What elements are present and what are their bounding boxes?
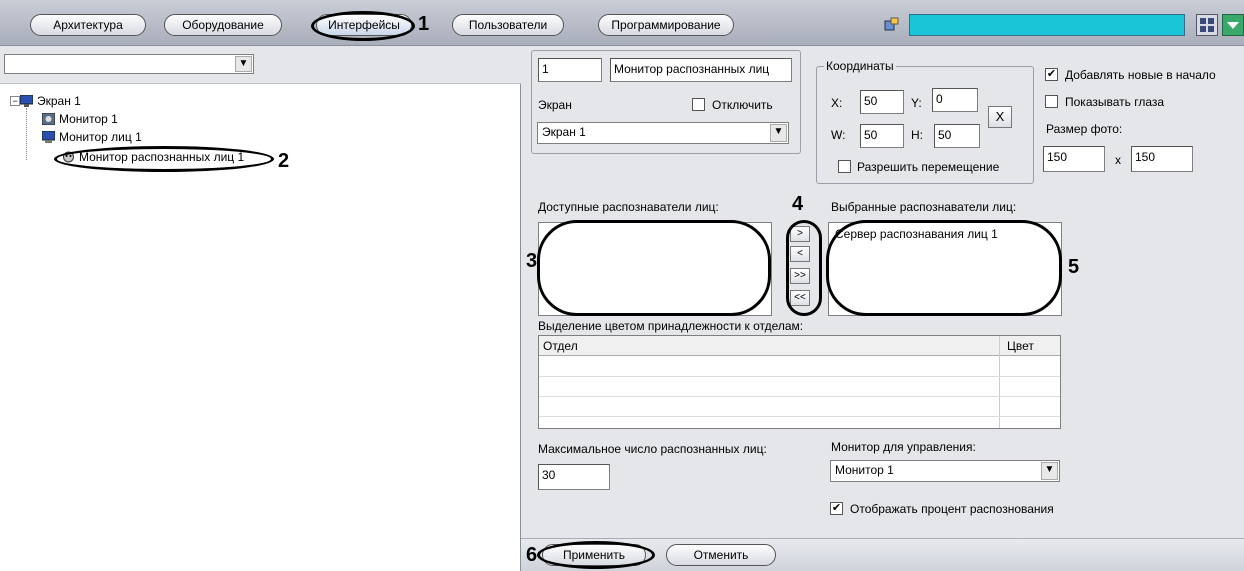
y-label: Y:: [911, 96, 922, 110]
layout-icon[interactable]: [884, 16, 900, 32]
tree-filter-strip: ▼: [0, 46, 521, 84]
apply-button[interactable]: Применить: [542, 544, 646, 566]
w-label: W:: [831, 128, 846, 142]
photo-size-label: Размер фото:: [1046, 122, 1123, 136]
list-item[interactable]: Сервер распознавания лиц 1: [835, 227, 998, 241]
tab-architecture[interactable]: Архитектура: [30, 14, 146, 36]
w-field[interactable]: 50: [860, 124, 904, 148]
tree-item-face-monitor-label: Монитор лиц 1: [59, 130, 142, 144]
table-row: [539, 416, 1060, 417]
tree-line: [26, 108, 27, 160]
show-percent-checkbox[interactable]: ✔: [830, 502, 843, 515]
selected-recognizers-label: Выбранные распознаватели лиц:: [831, 200, 1017, 214]
camera-monitor-icon: [41, 112, 56, 126]
collapse-icon[interactable]: −: [10, 96, 20, 106]
tree-item-monitor-label: Монитор 1: [59, 112, 118, 126]
table-row: [539, 396, 1060, 397]
max-faces-label: Максимальное число распознанных лиц:: [538, 442, 767, 456]
tab-programming[interactable]: Программирование: [598, 14, 734, 36]
grid-view-icon[interactable]: [1196, 14, 1218, 36]
object-id-field[interactable]: 1: [538, 58, 602, 82]
max-faces-field[interactable]: 30: [538, 464, 610, 490]
callout-3: 3: [526, 250, 538, 272]
disable-label: Отключить: [712, 98, 773, 112]
callout-4: 4: [792, 193, 804, 215]
tab-users[interactable]: Пользователи: [452, 14, 564, 36]
h-label: H:: [911, 128, 923, 142]
add-new-first-label: Добавлять новые в начало: [1065, 68, 1216, 82]
add-recognizer-button[interactable]: >: [790, 226, 810, 242]
chevron-down-icon[interactable]: ▼: [770, 124, 787, 142]
disable-checkbox[interactable]: [692, 98, 705, 111]
dropdown-icon[interactable]: [1222, 14, 1244, 36]
column-header-department[interactable]: Отдел: [543, 339, 578, 353]
cancel-button[interactable]: Отменить: [666, 544, 776, 566]
allow-move-checkbox[interactable]: [838, 160, 851, 173]
monitor-icon: [19, 94, 34, 107]
tab-interfaces[interactable]: Интерфейсы: [316, 14, 412, 36]
chevron-down-icon[interactable]: ▼: [235, 56, 252, 72]
x-field[interactable]: 50: [860, 90, 904, 114]
tree-item-face-monitor[interactable]: Монитор лиц 1: [41, 130, 142, 144]
reset-coordinates-button[interactable]: X: [988, 106, 1012, 128]
control-monitor-value: Монитор 1: [835, 463, 894, 477]
control-monitor-label: Монитор для управления:: [831, 440, 976, 454]
callout-2: 2: [278, 150, 290, 172]
chevron-down-icon[interactable]: ▼: [1041, 462, 1058, 480]
tree-filter-combo[interactable]: ▼: [4, 54, 254, 74]
screen-select-value: Экран 1: [542, 125, 586, 139]
photo-size-separator: x: [1115, 153, 1121, 167]
column-header-color[interactable]: Цвет: [1007, 339, 1034, 353]
top-toolbar: Архитектура Оборудование Интерфейсы Поль…: [0, 0, 1244, 46]
tree-item-recognized-face-monitor-label: Монитор распознанных лиц 1: [79, 150, 245, 164]
add-all-recognizers-button[interactable]: >>: [790, 268, 810, 284]
y-field[interactable]: 0: [932, 88, 978, 112]
remove-all-recognizers-button[interactable]: <<: [790, 290, 810, 306]
monitor-icon: [41, 130, 56, 143]
dept-color-label: Выделение цветом принадлежности к отдела…: [538, 319, 804, 333]
search-bar[interactable]: [909, 14, 1185, 36]
department-color-table[interactable]: Отдел Цвет: [538, 335, 1061, 429]
tree-item-screen[interactable]: Экран 1: [19, 94, 81, 108]
x-label: X:: [831, 96, 843, 110]
tab-equipment[interactable]: Оборудование: [164, 14, 282, 36]
table-row: [539, 376, 1060, 377]
tree-item-monitor[interactable]: Монитор 1: [41, 112, 118, 126]
h-field[interactable]: 50: [934, 124, 980, 148]
control-monitor-select[interactable]: Монитор 1 ▼: [830, 460, 1060, 482]
selected-recognizers-list[interactable]: Сервер распознавания лиц 1: [828, 222, 1062, 316]
screen-label: Экран: [538, 98, 572, 112]
tree-item-recognized-face-monitor[interactable]: Монитор распознанных лиц 1: [62, 150, 244, 164]
callout-1: 1: [418, 13, 430, 35]
allow-move-label: Разрешить перемещение: [857, 160, 1000, 174]
photo-height-field[interactable]: 150: [1131, 146, 1193, 172]
remove-recognizer-button[interactable]: <: [790, 246, 810, 262]
table-header: [539, 336, 1060, 356]
available-recognizers-label: Доступные распознаватели лиц:: [538, 200, 719, 214]
photo-width-field[interactable]: 150: [1043, 146, 1105, 172]
object-name-field[interactable]: Монитор распознанных лиц: [610, 58, 792, 82]
callout-5: 5: [1068, 256, 1080, 278]
callout-6: 6: [526, 544, 538, 566]
tree-item-screen-label: Экран 1: [37, 94, 81, 108]
column-divider: [999, 336, 1000, 428]
screen-select[interactable]: Экран 1 ▼: [537, 122, 789, 144]
show-percent-label: Отображать процент распознования: [850, 502, 1054, 516]
show-eyes-checkbox[interactable]: [1045, 95, 1058, 108]
coordinates-title: Координаты: [824, 59, 896, 73]
face-icon: [62, 151, 75, 163]
add-new-first-checkbox[interactable]: ✔: [1045, 68, 1058, 81]
available-recognizers-list[interactable]: [538, 222, 772, 316]
show-eyes-label: Показывать глаза: [1065, 95, 1165, 109]
